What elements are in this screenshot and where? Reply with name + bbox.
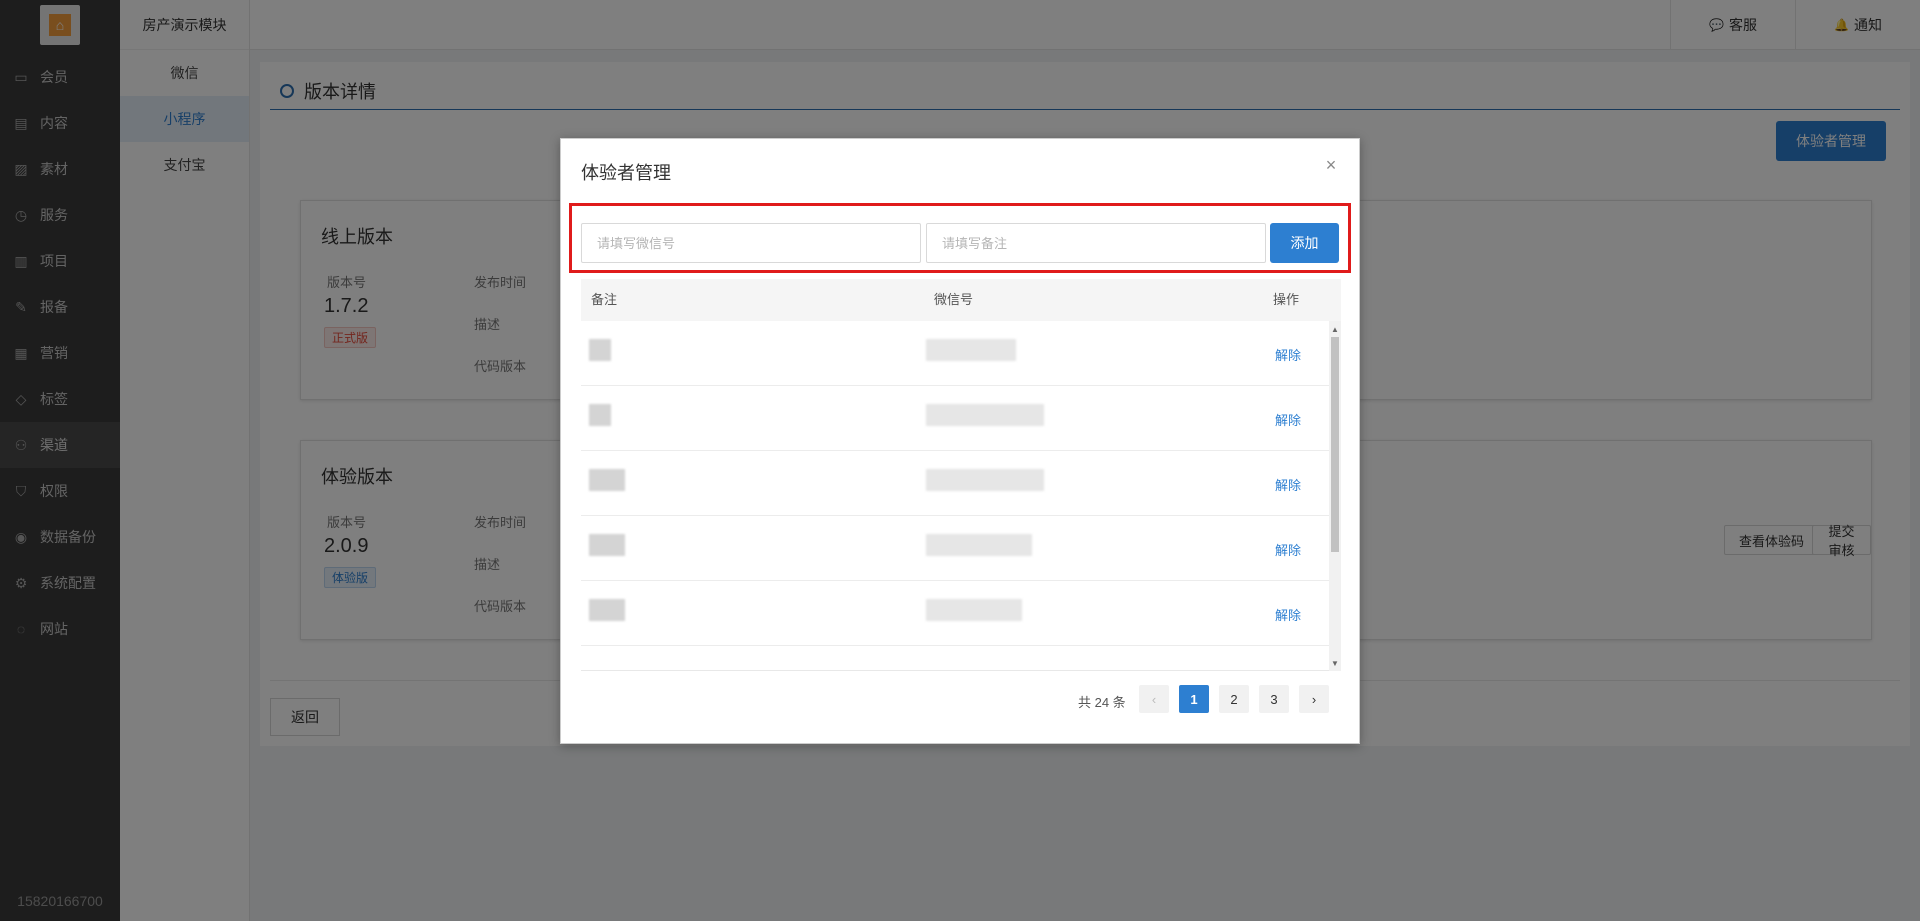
redacted-wechat-id <box>926 534 1032 556</box>
redacted-remark <box>589 534 625 556</box>
redacted-remark <box>589 339 611 361</box>
redacted-wechat-id <box>926 339 1016 361</box>
wechat-id-input[interactable] <box>581 223 921 263</box>
scroll-thumb[interactable] <box>1331 337 1339 552</box>
table-row: 解除 <box>581 451 1341 516</box>
redacted-wechat-id <box>926 469 1044 491</box>
redacted-remark <box>589 404 611 426</box>
table-header: 备注 微信号 操作 <box>581 279 1341 321</box>
remark-input[interactable] <box>926 223 1266 263</box>
page-button-3[interactable]: 3 <box>1259 685 1289 713</box>
remove-tester-link[interactable]: 解除 <box>1275 605 1301 624</box>
prev-page-icon[interactable]: ‹ <box>1139 685 1169 713</box>
pagination-total: 共 24 条 <box>1078 695 1126 710</box>
column-wechat: 微信号 <box>934 292 974 307</box>
tester-manage-modal: 体验者管理 × 添加 备注 微信号 操作 解除解除解除解除解除 ▲ ▼ 共 24… <box>560 138 1360 744</box>
table-scrollbar[interactable]: ▲ ▼ <box>1329 321 1341 671</box>
add-tester-button[interactable]: 添加 <box>1270 223 1339 263</box>
scroll-down-icon[interactable]: ▼ <box>1329 657 1341 669</box>
page-button-1[interactable]: 1 <box>1179 685 1209 713</box>
table-row: 解除 <box>581 516 1341 581</box>
modal-title: 体验者管理 <box>581 163 671 183</box>
redacted-remark <box>589 469 625 491</box>
close-icon[interactable]: × <box>1321 155 1341 175</box>
remove-tester-link[interactable]: 解除 <box>1275 345 1301 364</box>
table-row: 解除 <box>581 386 1341 451</box>
redacted-wechat-id <box>926 599 1022 621</box>
table-row: 解除 <box>581 321 1341 386</box>
next-page-icon[interactable]: › <box>1299 685 1329 713</box>
remove-tester-link[interactable]: 解除 <box>1275 475 1301 494</box>
redacted-remark <box>589 599 625 621</box>
remove-tester-link[interactable]: 解除 <box>1275 540 1301 559</box>
column-remark: 备注 <box>591 292 618 307</box>
table-row: 解除 <box>581 581 1341 646</box>
scroll-up-icon[interactable]: ▲ <box>1329 323 1341 335</box>
column-action: 操作 <box>1273 292 1300 307</box>
redacted-wechat-id <box>926 404 1044 426</box>
page-button-2[interactable]: 2 <box>1219 685 1249 713</box>
table-body: 解除 解除 解除 解除 解除 <box>581 321 1341 671</box>
remove-tester-link[interactable]: 解除 <box>1275 410 1301 429</box>
